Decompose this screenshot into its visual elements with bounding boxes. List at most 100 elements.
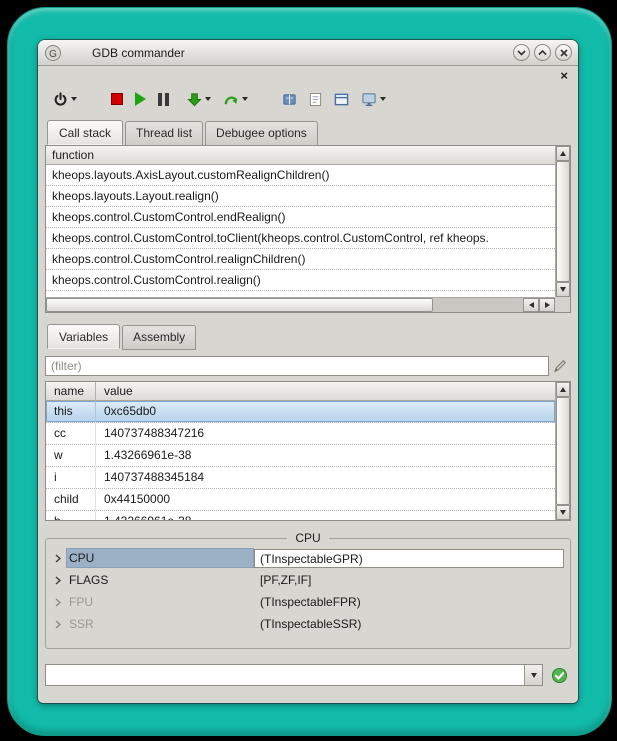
- book-icon: [282, 92, 297, 107]
- command-input[interactable]: [46, 665, 524, 685]
- step-over-button[interactable]: [221, 87, 250, 111]
- right-arrow-icon: [545, 302, 550, 308]
- expand-icon[interactable]: [50, 554, 66, 563]
- variable-row-child[interactable]: child 0x44150000: [46, 489, 555, 511]
- check-icon: [551, 667, 568, 684]
- up-arrow-icon: [560, 387, 566, 392]
- scroll-right-button[interactable]: [539, 298, 555, 312]
- expand-icon[interactable]: [50, 598, 66, 607]
- call-stack-row[interactable]: kheops.layouts.Layout.realign(): [46, 186, 555, 207]
- scroll-down-button[interactable]: [556, 505, 570, 520]
- variable-name: w: [46, 445, 96, 466]
- dock-header: ×: [45, 69, 571, 83]
- scroll-down-button[interactable]: [556, 282, 570, 297]
- variable-row-this[interactable]: this 0xc65db0: [46, 401, 555, 423]
- variables-panel: name value this 0xc65db0 cc 140737488347…: [45, 381, 571, 521]
- maximize-button[interactable]: [534, 44, 551, 61]
- step-button[interactable]: [185, 87, 213, 111]
- gdb-commander-window: G GDB commander ×: [38, 40, 578, 703]
- variable-name: i: [46, 467, 96, 488]
- cpu-row-value: [PF,ZF,IF]: [254, 573, 566, 587]
- dock-close-icon[interactable]: ×: [560, 70, 568, 82]
- window-frame: G GDB commander ×: [7, 7, 612, 736]
- play-icon: [135, 92, 146, 106]
- cpu-legend: CPU: [287, 531, 328, 545]
- call-stack-row[interactable]: kheops.control.CustomControl.endRealign(…: [46, 207, 555, 228]
- cpu-row-ssr[interactable]: SSR (TInspectableSSR): [50, 613, 566, 635]
- scroll-left-button[interactable]: [523, 298, 539, 312]
- variable-row-cc[interactable]: cc 140737488347216: [46, 423, 555, 445]
- stop-button[interactable]: [109, 87, 125, 111]
- callstack-horizontal-scrollbar[interactable]: [46, 297, 555, 312]
- call-stack-row[interactable]: kheops.control.CustomControl.realign(): [46, 270, 555, 291]
- callstack-vertical-scrollbar[interactable]: [555, 146, 570, 297]
- variable-row-b[interactable]: b 1.43266961e-38: [46, 511, 555, 520]
- down-arrow-icon: [531, 673, 537, 678]
- cpu-row-cpu[interactable]: CPU (TInspectableGPR): [50, 547, 566, 569]
- down-arrow-icon: [560, 287, 566, 292]
- titlebar[interactable]: G GDB commander: [38, 40, 578, 66]
- value-column-header[interactable]: value: [96, 382, 555, 400]
- call-stack-list: function kheops.layouts.AxisLayout.custo…: [46, 146, 555, 297]
- call-stack-row[interactable]: kheops.control.CustomControl.realignChil…: [46, 249, 555, 270]
- expand-icon[interactable]: [50, 620, 66, 629]
- dropdown-arrow-icon[interactable]: [242, 97, 248, 101]
- cpu-row-label[interactable]: CPU: [66, 548, 254, 568]
- send-command-button[interactable]: [547, 667, 571, 684]
- variable-row-i[interactable]: i 140737488345184: [46, 467, 555, 489]
- scrollbar-track[interactable]: [433, 298, 523, 312]
- power-button[interactable]: [51, 87, 79, 111]
- window-body: ×: [38, 66, 578, 703]
- cpu-row-label[interactable]: FPU: [66, 592, 254, 612]
- variable-row-w[interactable]: w 1.43266961e-38: [46, 445, 555, 467]
- dropdown-arrow-icon[interactable]: [380, 97, 386, 101]
- output-button[interactable]: [280, 87, 299, 111]
- name-column-header[interactable]: name: [46, 382, 96, 400]
- call-stack-row[interactable]: kheops.layouts.AxisLayout.customRealignC…: [46, 165, 555, 186]
- cpu-row-value-input[interactable]: (TInspectableGPR): [254, 549, 564, 568]
- variables-header: name value: [46, 382, 555, 401]
- call-stack-row[interactable]: kheops.control.CustomControl.toClient(kh…: [46, 228, 555, 249]
- variables-tabs: Variables Assembly: [45, 325, 571, 350]
- debug-toolbar: [45, 85, 571, 113]
- continue-button[interactable]: [133, 87, 148, 111]
- scroll-up-button[interactable]: [556, 146, 570, 161]
- tab-call-stack[interactable]: Call stack: [47, 120, 123, 145]
- minimize-button[interactable]: [513, 44, 530, 61]
- scrollbar-thumb[interactable]: [556, 397, 570, 505]
- pen-icon[interactable]: [549, 358, 571, 374]
- tab-thread-list[interactable]: Thread list: [125, 121, 203, 146]
- variable-name: this: [46, 401, 96, 422]
- close-button[interactable]: [555, 44, 572, 61]
- gdb-command-combobox[interactable]: [45, 664, 543, 686]
- scrollbar-thumb[interactable]: [46, 298, 433, 312]
- expand-icon[interactable]: [50, 576, 66, 585]
- frame-icon: [334, 92, 349, 107]
- variable-value: 140737488347216: [96, 423, 555, 444]
- pause-button[interactable]: [156, 87, 171, 111]
- dropdown-arrow-icon[interactable]: [205, 97, 211, 101]
- down-arrow-icon: [560, 510, 566, 515]
- filter-input[interactable]: [45, 356, 549, 376]
- scroll-up-button[interactable]: [556, 382, 570, 397]
- monitor-button[interactable]: [359, 87, 388, 111]
- variable-name: b: [46, 511, 96, 520]
- cpu-row-fpu[interactable]: FPU (TInspectableFPR): [50, 591, 566, 613]
- tab-debugee-options[interactable]: Debugee options: [205, 121, 318, 146]
- variable-value: 1.43266961e-38: [96, 511, 555, 520]
- tab-variables[interactable]: Variables: [47, 324, 120, 349]
- tab-assembly[interactable]: Assembly: [122, 325, 196, 350]
- variables-vertical-scrollbar[interactable]: [555, 382, 570, 520]
- registers-button[interactable]: [332, 87, 351, 111]
- combo-dropdown-button[interactable]: [524, 665, 542, 685]
- dropdown-arrow-icon[interactable]: [71, 97, 77, 101]
- call-stack-panel: function kheops.layouts.AxisLayout.custo…: [45, 145, 571, 313]
- function-column-header[interactable]: function: [46, 146, 555, 165]
- window-title: GDB commander: [92, 46, 185, 60]
- scrollbar-thumb[interactable]: [556, 161, 570, 282]
- cpu-row-label[interactable]: FLAGS: [66, 570, 254, 590]
- cpu-row-label[interactable]: SSR: [66, 614, 254, 634]
- cpu-row-flags[interactable]: FLAGS [PF,ZF,IF]: [50, 569, 566, 591]
- pause-icon: [158, 93, 169, 106]
- log-button[interactable]: [307, 87, 324, 111]
